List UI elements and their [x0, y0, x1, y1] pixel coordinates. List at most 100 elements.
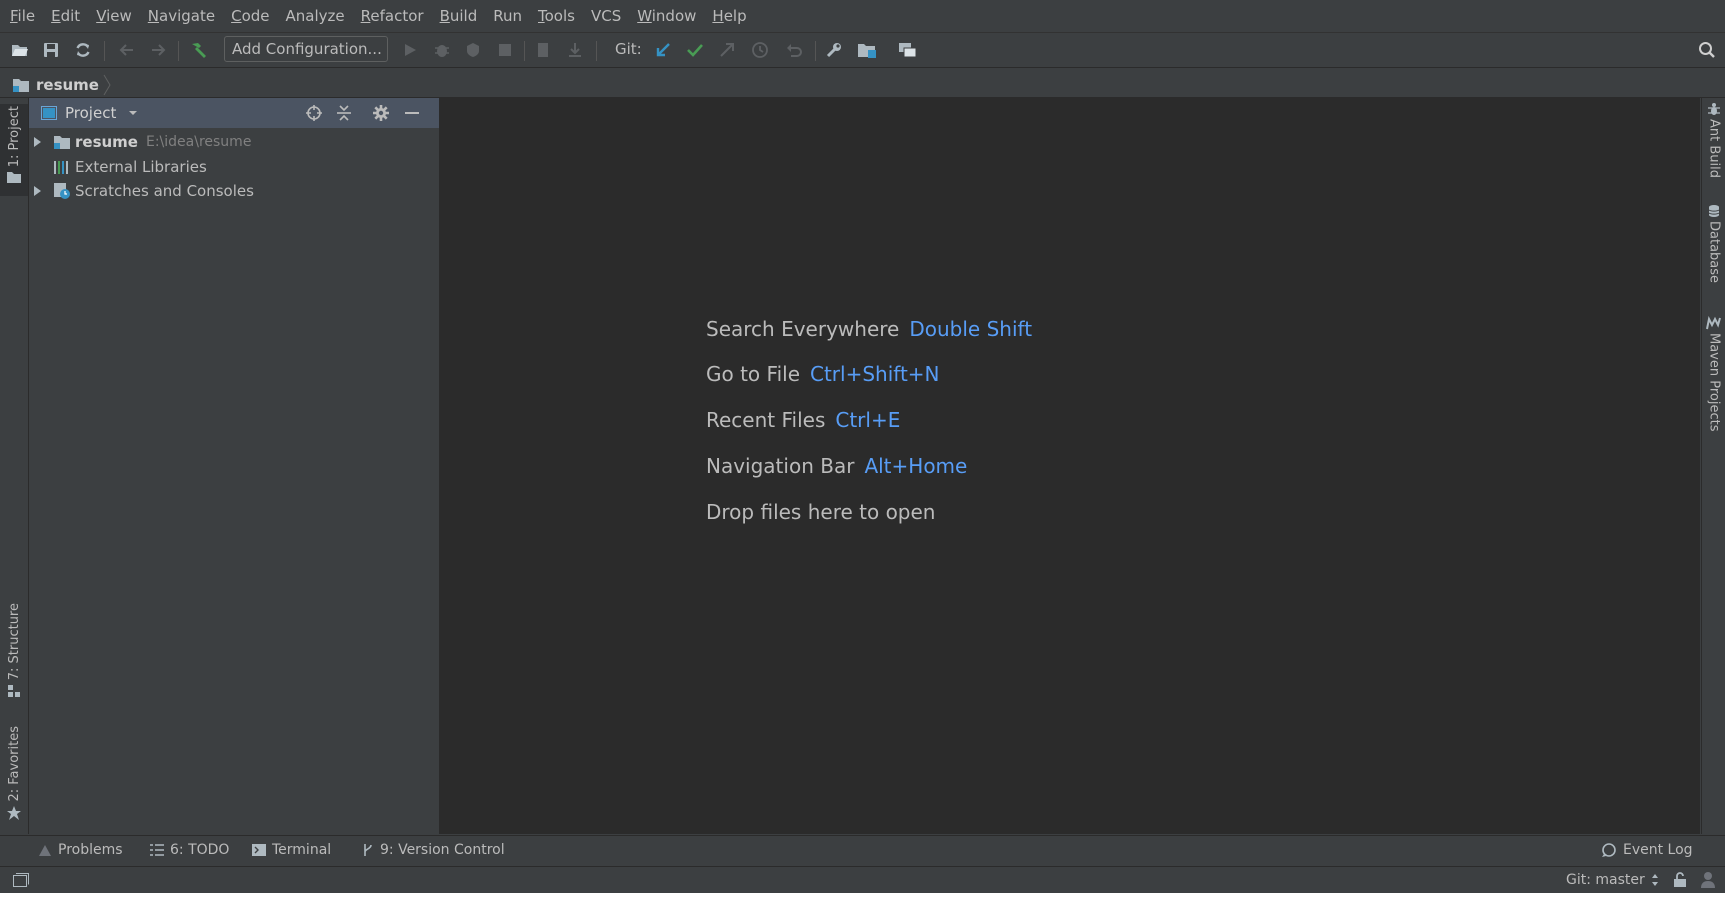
- toolbar-separator: [178, 41, 179, 61]
- tab-structure[interactable]: 7: Structure: [0, 603, 28, 699]
- tab-favorites[interactable]: 2: Favorites: [0, 726, 28, 822]
- toolbar-separator: [104, 41, 105, 61]
- expand-arrow-icon[interactable]: [31, 136, 43, 148]
- menu-file[interactable]: File: [2, 0, 43, 32]
- menu-run[interactable]: Run: [485, 0, 530, 32]
- hint-recent-files: Recent Files Ctrl+E: [706, 408, 901, 432]
- expand-arrow-icon[interactable]: [31, 185, 43, 197]
- project-structure-icon[interactable]: [857, 41, 876, 59]
- tab-ant-build-label: Ant Build: [1706, 119, 1722, 178]
- menu-refactor[interactable]: Refactor: [353, 0, 432, 32]
- warning-triangle-icon: [38, 844, 52, 857]
- toggle-tool-windows-icon[interactable]: [13, 873, 29, 887]
- git-update-arrow-icon[interactable]: [654, 41, 672, 59]
- tab-database[interactable]: Database: [1702, 204, 1725, 294]
- terminal-icon: [252, 844, 266, 856]
- gear-icon[interactable]: [373, 105, 389, 121]
- main-toolbar: Add Configuration... Git:: [0, 33, 1725, 68]
- menu-build[interactable]: Build: [432, 0, 486, 32]
- tab-problems[interactable]: Problems: [38, 842, 123, 858]
- menu-view[interactable]: View: [88, 0, 140, 32]
- hint-search-everywhere: Search Everywhere Double Shift: [706, 317, 1033, 341]
- run-icon[interactable]: [401, 41, 419, 59]
- breadcrumb[interactable]: resume: [12, 74, 111, 96]
- settings-wrench-icon[interactable]: [825, 41, 843, 59]
- git-compare-icon[interactable]: [718, 41, 736, 59]
- menu-analyze[interactable]: Analyze: [278, 0, 353, 32]
- underlying-window-strip: [0, 893, 1725, 907]
- debug-bug-icon[interactable]: [433, 41, 451, 59]
- menu-window[interactable]: Window: [629, 0, 704, 32]
- up-down-arrows-icon: [1651, 874, 1659, 886]
- git-commit-check-icon[interactable]: [686, 41, 704, 59]
- tab-ant-build[interactable]: Ant Build: [1702, 102, 1725, 184]
- hint-go-to-file: Go to File Ctrl+Shift+N: [706, 362, 940, 386]
- database-icon: [1707, 204, 1721, 218]
- editor-empty-area[interactable]: Search Everywhere Double Shift Go to File…: [440, 98, 1700, 834]
- tab-event-log[interactable]: Event Log: [1601, 842, 1693, 858]
- collapse-all-icon[interactable]: [336, 105, 352, 121]
- menu-navigate[interactable]: Navigate: [140, 0, 223, 32]
- tab-maven-projects[interactable]: Maven Projects: [1702, 316, 1725, 446]
- search-icon[interactable]: [1698, 41, 1716, 59]
- menu-help[interactable]: Help: [704, 0, 754, 32]
- back-arrow-icon[interactable]: [117, 41, 135, 59]
- push-icon[interactable]: [566, 41, 584, 59]
- right-tool-stripe: Ant Build Database Maven Projects: [1701, 98, 1725, 834]
- folder-icon: [7, 171, 21, 184]
- chevron-right-icon: [103, 74, 111, 96]
- inspector-avatar-icon[interactable]: [1700, 871, 1716, 889]
- menu-edit[interactable]: Edit: [43, 0, 88, 32]
- git-branch-status[interactable]: Git: master: [1566, 872, 1659, 888]
- hint-navigation-bar: Navigation Bar Alt+Home: [706, 454, 968, 478]
- project-view-icon: [41, 106, 57, 120]
- rollback-icon[interactable]: [785, 41, 803, 59]
- locate-target-icon[interactable]: [306, 105, 322, 121]
- project-panel-title[interactable]: Project: [65, 104, 116, 122]
- build-hammer-icon[interactable]: [189, 41, 207, 59]
- module-folder-icon: [53, 134, 71, 150]
- tree-item-resume[interactable]: resume E:\idea\resume: [29, 130, 251, 154]
- tree-item-external-libraries[interactable]: External Libraries: [29, 155, 207, 179]
- dropdown-arrow-icon[interactable]: [128, 109, 138, 117]
- add-configuration-button[interactable]: Add Configuration...: [224, 36, 388, 62]
- tab-todo-label: 6: TODO: [170, 842, 230, 858]
- forward-arrow-icon[interactable]: [150, 41, 168, 59]
- sdk-manager-icon[interactable]: [898, 41, 917, 59]
- tab-terminal[interactable]: Terminal: [252, 842, 331, 858]
- tab-favorites-label: 2: Favorites: [6, 726, 22, 802]
- shortcut: Ctrl+Shift+N: [810, 362, 940, 386]
- structure-icon: [7, 684, 21, 698]
- tree-label: Scratches and Consoles: [75, 182, 254, 200]
- stop-icon[interactable]: [496, 41, 514, 59]
- breadcrumb-project[interactable]: resume: [36, 76, 99, 94]
- tab-version-control[interactable]: 9: Version Control: [362, 842, 505, 858]
- tab-terminal-label: Terminal: [272, 842, 332, 858]
- menu-bar: File Edit View Navigate Code Analyze Ref…: [0, 0, 1725, 33]
- coverage-icon[interactable]: [464, 41, 482, 59]
- lock-icon[interactable]: [1673, 872, 1687, 888]
- tree-label: External Libraries: [75, 158, 207, 176]
- menu-code[interactable]: Code: [223, 0, 277, 32]
- ide-window: File Edit View Navigate Code Analyze Ref…: [0, 0, 1725, 893]
- tree-item-scratches[interactable]: Scratches and Consoles: [29, 179, 254, 203]
- hide-minimize-icon[interactable]: [404, 105, 420, 121]
- star-icon: [7, 805, 21, 820]
- status-bar: Git: master: [0, 866, 1725, 893]
- tab-structure-label: 7: Structure: [6, 603, 22, 681]
- tab-project-label: 1: Project: [6, 106, 22, 168]
- menu-vcs[interactable]: VCS: [583, 0, 629, 32]
- speech-bubble-icon: [1601, 843, 1617, 857]
- tab-problems-label: Problems: [58, 842, 123, 858]
- save-icon[interactable]: [42, 41, 60, 59]
- history-clock-icon[interactable]: [751, 41, 769, 59]
- menu-tools[interactable]: Tools: [530, 0, 583, 32]
- bookmark-icon[interactable]: [534, 41, 552, 59]
- open-folder-icon[interactable]: [11, 41, 29, 59]
- tab-todo[interactable]: 6: TODO: [150, 842, 229, 858]
- maven-icon: [1706, 316, 1722, 330]
- project-folder-icon: [12, 77, 30, 93]
- tab-project[interactable]: 1: Project: [0, 104, 28, 196]
- sync-icon[interactable]: [74, 41, 92, 59]
- left-tool-stripe: 1: Project 7: Structure 2: Favorites: [0, 98, 29, 834]
